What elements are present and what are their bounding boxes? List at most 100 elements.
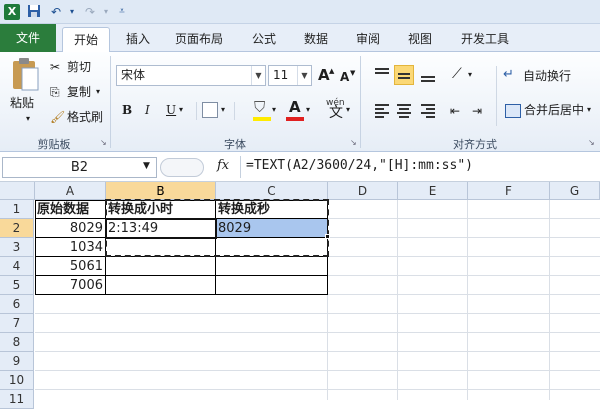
tab-page-layout[interactable]: 页面布局	[166, 27, 232, 52]
copy-dropdown-icon[interactable]: ▾	[96, 83, 100, 101]
cell-a5[interactable]: 7006	[35, 276, 106, 295]
undo-dropdown-icon[interactable]: ▾	[64, 4, 80, 20]
row-header-3[interactable]: 3	[0, 238, 34, 257]
cut-icon[interactable]: ✂	[50, 58, 60, 76]
row-header-10[interactable]: 10	[0, 371, 34, 390]
tab-home[interactable]: 开始	[62, 27, 110, 53]
row-header-8[interactable]: 8	[0, 333, 34, 352]
font-group-label: 字体	[224, 138, 246, 151]
select-all-corner[interactable]	[0, 182, 35, 200]
tab-insert[interactable]: 插入	[118, 27, 158, 52]
bold-button[interactable]: B	[122, 101, 132, 119]
clipboard-group-label: 剪贴板	[37, 138, 71, 151]
row-header-7[interactable]: 7	[0, 314, 34, 333]
copy-icon[interactable]: ⎘	[50, 83, 60, 101]
grow-font-button[interactable]: A	[318, 66, 330, 84]
cell-a1[interactable]: 原始数据	[35, 200, 106, 219]
row-header-5[interactable]: 5	[0, 276, 34, 295]
column-header-c[interactable]: C	[216, 182, 328, 200]
tab-file[interactable]: 文件	[0, 24, 56, 52]
decrease-indent-icon[interactable]: ⇤	[450, 102, 460, 120]
italic-button[interactable]: I	[145, 101, 150, 119]
insert-function-button[interactable]: fx	[217, 158, 229, 173]
row-header-4[interactable]: 4	[0, 257, 34, 276]
name-box-dropdown-icon[interactable]: ▼	[143, 161, 150, 171]
align-right-icon[interactable]	[418, 101, 438, 121]
font-color-dropdown-icon[interactable]: ▾	[306, 101, 310, 119]
fill-color-dropdown-icon[interactable]: ▾	[272, 101, 276, 119]
redo-dropdown-icon[interactable]: ▾	[98, 4, 114, 20]
tab-developer[interactable]: 开发工具	[452, 27, 518, 52]
align-top-icon[interactable]	[372, 65, 392, 85]
paste-button[interactable]: 粘贴	[10, 94, 34, 112]
font-family-value: 宋体	[121, 68, 146, 82]
orientation-icon[interactable]: ⟋	[452, 65, 462, 83]
formula-input[interactable]: =TEXT(A2/3600/24,"[H]:mm:ss")	[246, 158, 473, 173]
merge-center-button[interactable]: 合并后居中	[524, 101, 584, 119]
align-middle-icon[interactable]	[394, 65, 414, 85]
font-size-select[interactable]: 11 ▼	[268, 65, 312, 86]
column-header-g[interactable]: G	[550, 182, 600, 200]
alignment-launcher-icon[interactable]: ↘	[588, 134, 595, 152]
excel-logo-icon[interactable]: X	[4, 4, 20, 20]
format-painter-button[interactable]: 格式刷	[67, 108, 103, 126]
row-header-6[interactable]: 6	[0, 295, 34, 314]
undo-icon[interactable]: ↶	[48, 4, 64, 20]
ribbon-tab-bar: 文件 开始 插入 页面布局 公式 数据 审阅 视图 开发工具	[0, 24, 600, 53]
wrap-text-icon[interactable]: ↵	[503, 66, 514, 84]
merge-center-icon[interactable]	[505, 104, 521, 118]
redo-icon[interactable]: ↷	[82, 4, 98, 20]
cell-c4[interactable]	[216, 257, 328, 276]
align-left-icon[interactable]	[372, 101, 392, 121]
wrap-text-button[interactable]: 自动换行	[523, 67, 571, 85]
cell-b5[interactable]	[106, 276, 216, 295]
cell-a2[interactable]: 8029	[35, 219, 106, 238]
paste-dropdown-icon[interactable]: ▾	[26, 110, 30, 128]
active-cell-outline	[105, 218, 217, 239]
cell-a4[interactable]: 5061	[35, 257, 106, 276]
underline-button[interactable]: U	[166, 101, 176, 119]
orientation-dropdown-icon[interactable]: ▾	[468, 66, 472, 84]
formula-bar-splitter[interactable]	[160, 158, 204, 177]
paste-icon[interactable]	[10, 56, 40, 96]
font-family-select[interactable]: 宋体 ▼	[116, 65, 266, 86]
cell-a3[interactable]: 1034	[35, 238, 106, 257]
increase-indent-icon[interactable]: ⇥	[472, 102, 482, 120]
phonetic-dropdown-icon[interactable]: ▾	[346, 101, 350, 119]
column-header-d[interactable]: D	[328, 182, 398, 200]
worksheet-grid: A B C D E F G 1 2 3 4 5 6 7 8 9 10 11 原始…	[0, 182, 600, 409]
copy-button[interactable]: 复制	[67, 83, 91, 101]
tab-view[interactable]: 视图	[400, 27, 440, 52]
column-header-f[interactable]: F	[468, 182, 550, 200]
cell-b4[interactable]	[106, 257, 216, 276]
row-header-2[interactable]: 2	[0, 219, 34, 238]
name-box[interactable]: B2	[2, 157, 157, 178]
align-bottom-icon[interactable]	[418, 65, 438, 85]
format-painter-icon[interactable]: 🖌	[50, 108, 65, 126]
font-color-button[interactable]: A	[289, 98, 301, 116]
cell-c5[interactable]	[216, 276, 328, 295]
clipboard-launcher-icon[interactable]: ↘	[100, 134, 107, 152]
borders-icon[interactable]	[202, 102, 218, 118]
phonetic-icon: 文	[329, 105, 343, 121]
formula-bar: B2 ▼ fx =TEXT(A2/3600/24,"[H]:mm:ss")	[0, 152, 600, 182]
cut-button[interactable]: 剪切	[67, 58, 91, 76]
customize-qat-icon[interactable]: ⩡	[114, 4, 130, 20]
underline-dropdown-icon[interactable]: ▾	[179, 101, 183, 119]
borders-dropdown-icon[interactable]: ▾	[221, 101, 225, 119]
shrink-font-button[interactable]: A	[340, 68, 349, 86]
row-header-9[interactable]: 9	[0, 352, 34, 371]
tab-data[interactable]: 数据	[296, 27, 336, 52]
column-header-b[interactable]: B	[106, 182, 216, 200]
fill-color-icon[interactable]: ⛉	[254, 98, 265, 116]
column-header-a[interactable]: A	[35, 182, 106, 200]
save-icon[interactable]	[26, 4, 42, 20]
align-center-icon[interactable]	[394, 101, 414, 121]
column-header-e[interactable]: E	[398, 182, 468, 200]
tab-formulas[interactable]: 公式	[244, 27, 284, 52]
font-launcher-icon[interactable]: ↘	[350, 134, 357, 152]
row-header-1[interactable]: 1	[0, 200, 34, 219]
merge-dropdown-icon[interactable]: ▾	[587, 101, 591, 119]
fill-handle[interactable]	[325, 234, 330, 239]
tab-review[interactable]: 审阅	[348, 27, 388, 52]
